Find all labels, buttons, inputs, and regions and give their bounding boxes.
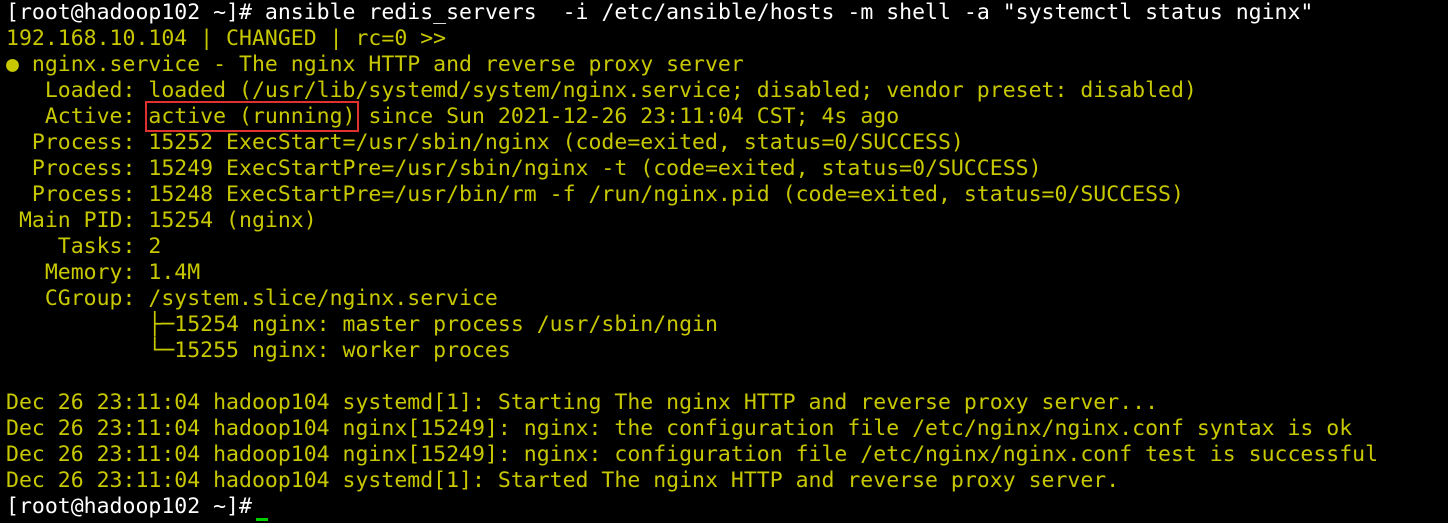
shell-prompt: [root@hadoop102 ~]# xyxy=(6,0,252,25)
command-text: ansible redis_servers -i /etc/ansible/ho… xyxy=(251,0,1314,25)
final-prompt-line[interactable]: [root@hadoop102 ~]# xyxy=(6,494,1448,521)
command-line: [root@hadoop102 ~]# ansible redis_server… xyxy=(6,0,1448,26)
terminal-window[interactable]: [root@hadoop102 ~]# ansible redis_server… xyxy=(0,0,1448,523)
log-line-1: Dec 26 23:11:04 hadoop104 systemd[1]: St… xyxy=(6,390,1159,415)
process-line-1: Process: 15252 ExecStart=/usr/sbin/nginx… xyxy=(6,130,964,155)
main-pid-line: Main PID: 15254 (nginx) xyxy=(6,208,317,233)
cgroup-child-1: ├─15254 nginx: master process /usr/sbin/… xyxy=(6,312,718,337)
tasks-line: Tasks: 2 xyxy=(6,234,162,259)
service-line: ● nginx.service - The nginx HTTP and rev… xyxy=(6,52,744,77)
cgroup-line: CGroup: /system.slice/nginx.service xyxy=(6,286,498,311)
result-header: 192.168.10.104 | CHANGED | rc=0 >> xyxy=(6,26,447,51)
log-line-4: Dec 26 23:11:04 hadoop104 systemd[1]: St… xyxy=(6,468,1120,493)
cursor-icon xyxy=(255,518,268,521)
process-line-3: Process: 15248 ExecStartPre=/usr/bin/rm … xyxy=(6,182,1184,207)
active-since: since Sun 2021-12-26 23:11:04 CST; 4s ag… xyxy=(355,104,900,129)
active-state-highlight: active (running) xyxy=(145,101,359,132)
process-line-2: Process: 15249 ExecStartPre=/usr/sbin/ng… xyxy=(6,156,1042,181)
final-prompt: [root@hadoop102 ~]# xyxy=(6,494,252,519)
memory-line: Memory: 1.4M xyxy=(6,260,201,285)
active-line: Active: active (running) since Sun 2021-… xyxy=(6,101,1448,132)
log-line-3: Dec 26 23:11:04 hadoop104 nginx[15249]: … xyxy=(6,442,1379,467)
loaded-line: Loaded: loaded (/usr/lib/systemd/system/… xyxy=(6,78,1197,103)
log-line-2: Dec 26 23:11:04 hadoop104 nginx[15249]: … xyxy=(6,416,1353,441)
active-label: Active: xyxy=(6,104,149,129)
cgroup-child-2: └─15255 nginx: worker proces xyxy=(6,338,511,363)
